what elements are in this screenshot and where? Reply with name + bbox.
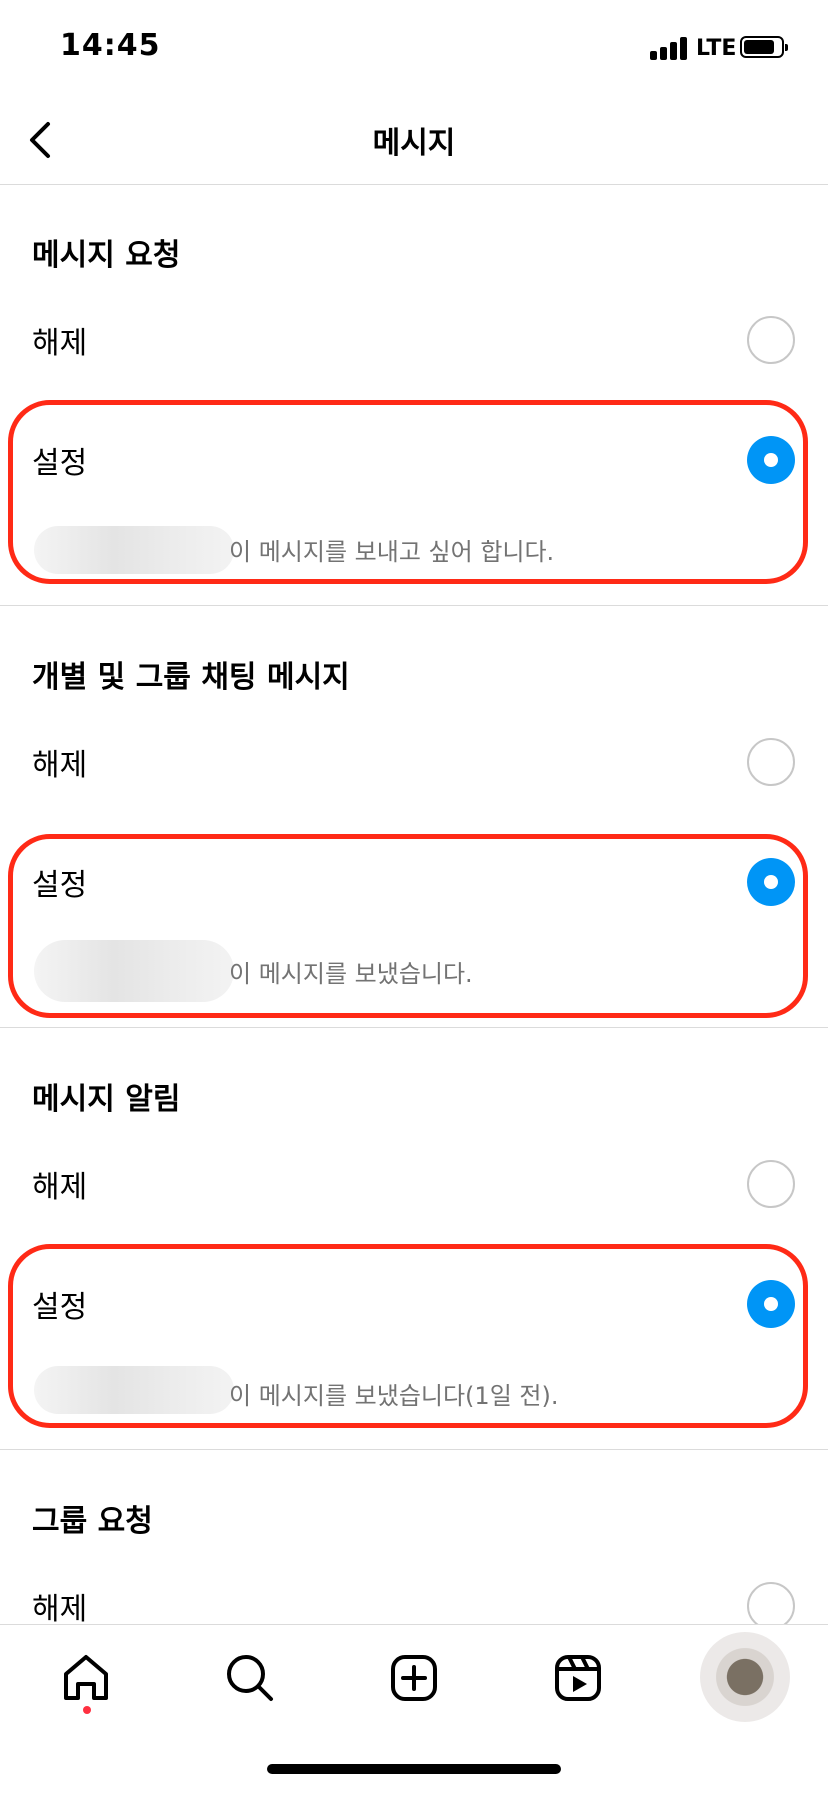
page-title: 메시지 <box>372 126 456 161</box>
option-label-on[interactable]: 설정 <box>32 1282 87 1326</box>
radio-group-requests-off[interactable] <box>747 1582 795 1630</box>
radio-chat-messages-off[interactable] <box>747 738 795 786</box>
option-label-on[interactable]: 설정 <box>32 438 87 482</box>
option-label-off[interactable]: 해제 <box>32 740 87 784</box>
reels-icon[interactable] <box>550 1650 606 1706</box>
section-title-chat-messages: 개별 및 그룹 채팅 메시지 <box>32 660 350 695</box>
network-type: LTE <box>696 36 737 61</box>
section-divider <box>0 605 828 606</box>
section-divider <box>0 1027 828 1028</box>
home-indicator <box>267 1764 561 1774</box>
profile-avatar[interactable] <box>700 1632 790 1722</box>
header-divider <box>0 184 828 185</box>
search-icon[interactable] <box>222 1650 278 1706</box>
notification-preview: 이 메시지를 보냈습니다. <box>229 960 473 988</box>
option-label-off[interactable]: 해제 <box>32 318 87 362</box>
redacted-username <box>34 1366 234 1414</box>
option-label-off[interactable]: 해제 <box>32 1584 87 1628</box>
status-time: 14:45 <box>60 28 161 63</box>
option-label-off[interactable]: 해제 <box>32 1162 87 1206</box>
redacted-username <box>34 526 234 574</box>
create-icon[interactable] <box>386 1650 442 1706</box>
notification-dot <box>83 1706 91 1714</box>
radio-message-notifications-off[interactable] <box>747 1160 795 1208</box>
battery-icon <box>740 36 788 58</box>
radio-message-notifications-on[interactable] <box>747 1280 795 1328</box>
redacted-username <box>34 940 234 1002</box>
section-title-message-notifications: 메시지 알림 <box>32 1082 181 1117</box>
option-label-on[interactable]: 설정 <box>32 860 87 904</box>
section-divider <box>0 1449 828 1450</box>
section-title-group-requests: 그룹 요청 <box>32 1504 153 1539</box>
radio-chat-messages-on[interactable] <box>747 858 795 906</box>
radio-message-requests-on[interactable] <box>747 436 795 484</box>
section-title-message-requests: 메시지 요청 <box>32 238 181 273</box>
notification-preview: 이 메시지를 보내고 싶어 합니다. <box>229 538 555 566</box>
radio-message-requests-off[interactable] <box>747 316 795 364</box>
signal-icon <box>650 36 688 60</box>
home-icon[interactable] <box>58 1650 114 1706</box>
notification-preview: 이 메시지를 보냈습니다(1일 전). <box>229 1382 559 1410</box>
